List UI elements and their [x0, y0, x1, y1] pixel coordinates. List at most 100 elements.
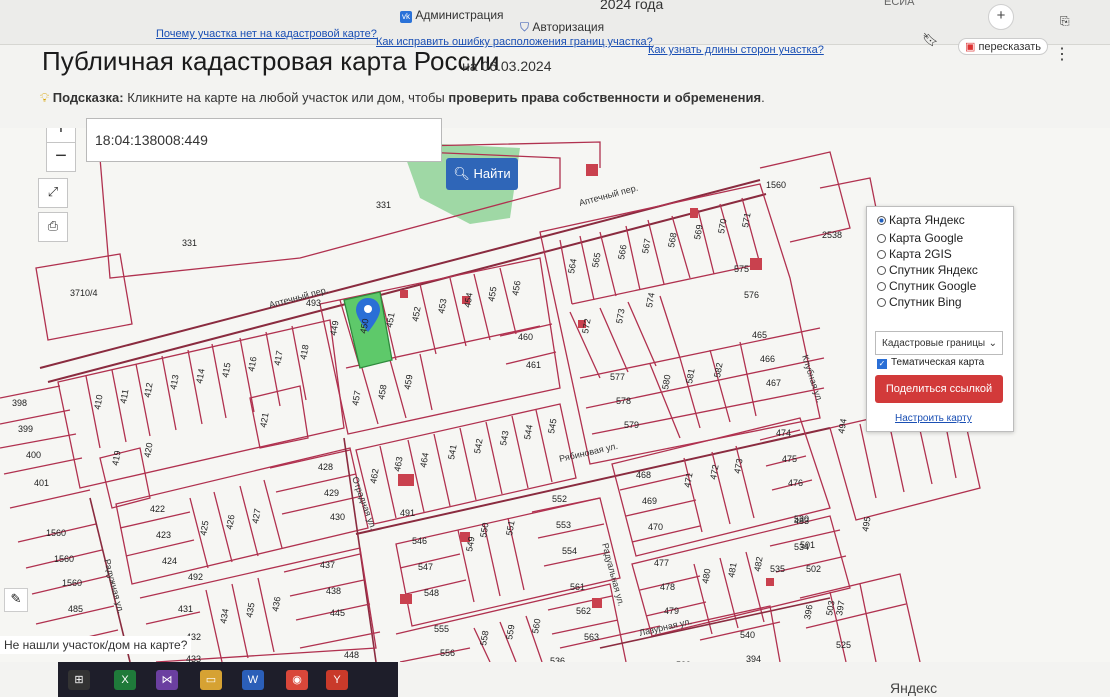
parcel-label[interactable]: 550	[478, 522, 490, 539]
parcel-label[interactable]: 553	[556, 520, 571, 530]
parcel-label[interactable]: 424	[162, 556, 177, 566]
parcel-label[interactable]: 428	[318, 462, 333, 472]
parcel-label[interactable]: 575	[734, 264, 749, 274]
parcel-label[interactable]: 456	[510, 280, 522, 297]
parcel-label[interactable]: 543	[498, 430, 510, 447]
parcel-label[interactable]: 411	[118, 388, 130, 404]
parcel-label[interactable]: 492	[188, 572, 203, 582]
parcel-label[interactable]: 438	[326, 586, 341, 596]
parcel-label[interactable]: 477	[654, 558, 669, 568]
parcel-label[interactable]: 560	[530, 618, 542, 635]
parcel-label[interactable]: 572	[580, 318, 592, 335]
parcel-label[interactable]: 455	[486, 286, 498, 303]
parcel-label[interactable]: 471	[682, 472, 694, 489]
parcel-label[interactable]: 581	[684, 368, 696, 385]
configure-map-link[interactable]: Настроить карту	[895, 413, 972, 424]
boundaries-select[interactable]: Кадастровые границы ⌄	[875, 331, 1003, 355]
parcel-label[interactable]: 1560	[62, 578, 82, 588]
thematic-map-checkbox[interactable]: ✓ Тематическая карта	[877, 357, 984, 369]
parcel-label[interactable]: 566	[616, 244, 628, 261]
parcel-label[interactable]: 458	[376, 384, 388, 401]
parcel-label[interactable]: 331	[376, 200, 391, 210]
parcel-label[interactable]: 451	[384, 312, 396, 329]
parcel-label[interactable]: 448	[344, 650, 359, 660]
parcel-label[interactable]: 468	[636, 470, 651, 480]
parcel-label[interactable]: 562	[576, 606, 591, 616]
parcel-label[interactable]: 551	[504, 520, 516, 537]
layer-option-yandex-map[interactable]: Карта Яндекс	[877, 213, 965, 227]
parcel-label[interactable]: 559	[504, 624, 516, 641]
share-link-button[interactable]: Поделиться ссылкой	[875, 375, 1003, 403]
parcel-label[interactable]: 422	[150, 504, 165, 514]
parcel-label[interactable]: 453	[436, 298, 448, 315]
parcel-label[interactable]: 525	[836, 640, 851, 650]
admin-bookmark[interactable]: vk Администрация	[400, 8, 504, 23]
layer-option-yandex-satellite[interactable]: Спутник Яндекс	[877, 263, 978, 277]
parcel-label[interactable]: 577	[610, 372, 625, 382]
parcel-label[interactable]: 542	[472, 438, 484, 455]
parcel-label[interactable]: 414	[194, 368, 206, 385]
parcel-label[interactable]: 479	[664, 606, 679, 616]
parcel-label[interactable]: 436	[270, 596, 282, 613]
parcel-label[interactable]: 480	[700, 568, 712, 585]
parcel-label[interactable]: 485	[68, 604, 83, 614]
parcel-label[interactable]: 410	[92, 394, 104, 411]
parcel-label[interactable]: 580	[660, 374, 672, 391]
parcel-label[interactable]: 476	[788, 478, 803, 488]
parcel-label[interactable]: 558	[478, 630, 490, 647]
parcel-label[interactable]: 2538	[822, 230, 842, 240]
share-page-icon[interactable]: ⎘	[1060, 14, 1070, 29]
auth-bookmark[interactable]: ⛉ Авторизация	[520, 20, 604, 35]
parcel-label[interactable]: 466	[760, 354, 775, 364]
parcel-label[interactable]: 423	[156, 530, 171, 540]
parcel-label[interactable]: 502	[806, 564, 821, 574]
parcel-label[interactable]: 571	[740, 212, 752, 229]
parcel-label[interactable]: 461	[526, 360, 541, 370]
parcel-label[interactable]: 574	[644, 292, 656, 309]
parcel-label[interactable]: 561	[570, 582, 585, 592]
parcel-label[interactable]: 475	[782, 454, 797, 464]
parcel-label[interactable]: 435	[244, 602, 256, 619]
parcel-label[interactable]: 549	[464, 536, 476, 553]
parcel-label[interactable]: 467	[766, 378, 781, 388]
parcel-label[interactable]: 578	[616, 396, 631, 406]
parcel-label[interactable]: 417	[272, 350, 284, 367]
parcel-label[interactable]: 534	[794, 542, 809, 552]
parcel-label[interactable]: 536	[550, 656, 565, 662]
parcel-label[interactable]: 431	[178, 604, 193, 614]
layer-option-google-map[interactable]: Карта Google	[877, 231, 963, 245]
parcel-label[interactable]: 541	[446, 444, 458, 461]
esia-tab[interactable]: ЕСИА	[884, 0, 915, 8]
parcel-label[interactable]: 547	[418, 562, 433, 572]
parcel-label[interactable]: 463	[392, 456, 404, 473]
parcel-label[interactable]: 396	[802, 604, 814, 621]
parcel-label[interactable]: 552	[552, 494, 567, 504]
parcel-label[interactable]: 470	[648, 522, 663, 532]
parcel-label[interactable]: 401	[34, 478, 49, 488]
parcel-label[interactable]: 563	[584, 632, 599, 642]
parcel-label[interactable]: 482	[752, 556, 764, 573]
parcel-label[interactable]: 495	[860, 516, 872, 533]
parcel-label[interactable]: 3710/4	[70, 288, 98, 298]
parcel-label[interactable]: 1560	[766, 180, 786, 190]
parcel-label[interactable]: 460	[518, 332, 533, 342]
pencil-icon[interactable]: ✎	[4, 588, 28, 612]
parcel-label[interactable]: 548	[424, 588, 439, 598]
parcel-label[interactable]: 412	[142, 382, 154, 399]
parcel-label[interactable]: 416	[246, 356, 258, 373]
word-icon[interactable]: W	[242, 670, 264, 690]
parcel-label[interactable]: 430	[330, 512, 345, 522]
parcel-label[interactable]: 569	[692, 224, 704, 241]
parcel-label[interactable]: 420	[142, 442, 154, 459]
parcel-label[interactable]: 535	[770, 564, 785, 574]
search-button[interactable]: 🔍︎ Найти	[446, 158, 518, 190]
print-icon[interactable]: ⎙	[38, 212, 68, 242]
layer-option-2gis-map[interactable]: Карта 2GIS	[877, 247, 952, 261]
parcel-label[interactable]: 398	[12, 398, 27, 408]
parcel-label[interactable]: 478	[660, 582, 675, 592]
parcel-label[interactable]: 394	[746, 654, 761, 662]
folder-icon[interactable]: ▭	[200, 670, 222, 690]
fullscreen-icon[interactable]: ⤢	[38, 178, 68, 208]
parcel-label[interactable]: 530	[794, 514, 809, 524]
visual-studio-icon[interactable]: ⋈	[156, 670, 178, 690]
